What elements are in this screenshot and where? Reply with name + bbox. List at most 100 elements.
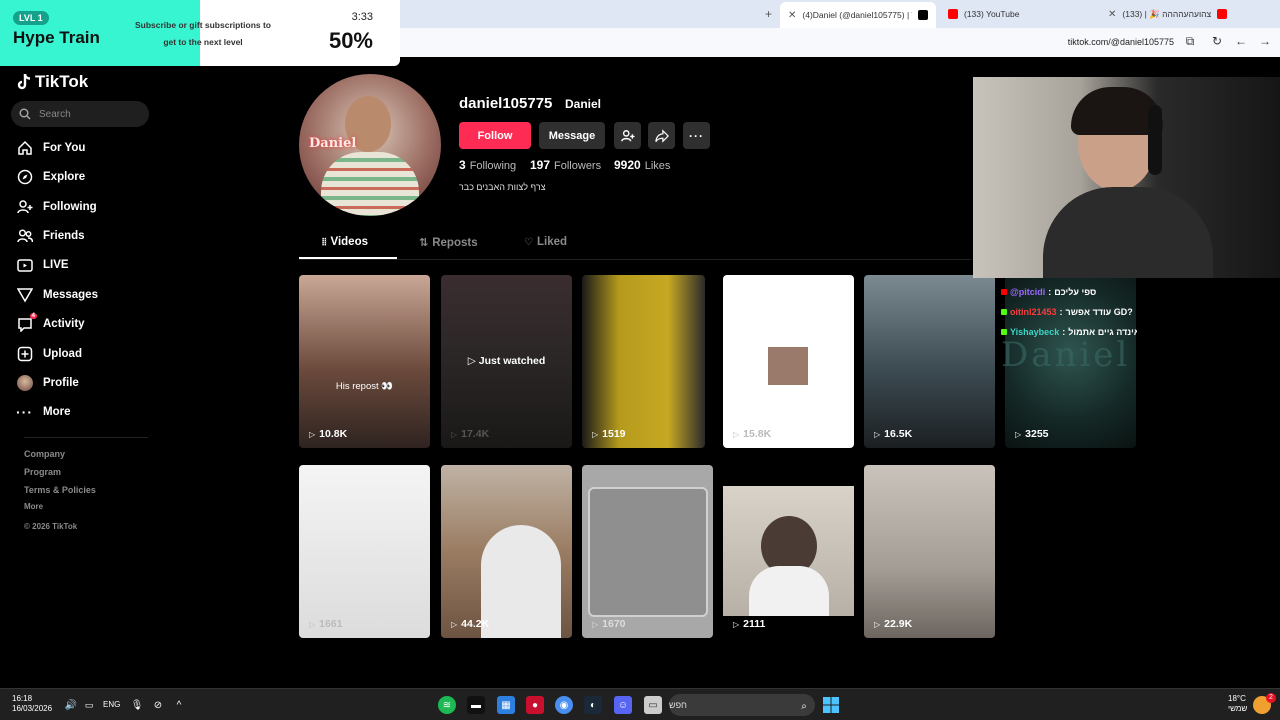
- tab-action-icon[interactable]: ⧉: [1182, 34, 1198, 49]
- footer-more[interactable]: More: [24, 502, 43, 511]
- video-person-shape: [481, 525, 561, 638]
- taskbar-search[interactable]: חפש: [669, 694, 815, 716]
- windows-start-icon[interactable]: [822, 696, 840, 714]
- sidebar-divider: [24, 437, 148, 438]
- tiktok-logo[interactable]: TikTok: [16, 72, 88, 92]
- paper-plane-icon: [16, 287, 33, 304]
- video-card[interactable]: ▷ 1519: [582, 275, 705, 448]
- avatar-text: Daniel: [309, 136, 357, 151]
- message-button[interactable]: Message: [539, 122, 605, 149]
- notification-badge[interactable]: 2: [1266, 693, 1276, 703]
- chat-user: @pitcidi: [1010, 287, 1046, 297]
- video-card[interactable]: ▷ 15.8K: [723, 275, 854, 448]
- nav-label: Profile: [43, 377, 79, 389]
- ellipsis-icon: ···: [689, 128, 704, 143]
- nav-label: More: [43, 406, 71, 418]
- close-icon[interactable]: ✕: [788, 10, 796, 21]
- nav-label: Following: [43, 201, 97, 213]
- reload-icon[interactable]: ↻: [1209, 34, 1225, 48]
- headset-icon: [1148, 105, 1162, 175]
- nav-explore[interactable]: Explore: [16, 167, 85, 187]
- app-grid-icon[interactable]: ▦: [497, 696, 515, 714]
- file-explorer-icon[interactable]: ▭: [644, 696, 662, 714]
- plus-square-icon: [16, 346, 33, 363]
- video-card[interactable]: ▷ 1661: [299, 465, 430, 638]
- tab-videos[interactable]: ⦙⦙ Videos: [322, 236, 368, 248]
- play-icon: ▷: [309, 619, 316, 629]
- nav-live[interactable]: LIVE: [16, 255, 69, 275]
- play-icon: ▷: [874, 429, 881, 439]
- chevron-up-icon[interactable]: ^: [170, 696, 188, 714]
- nav-more[interactable]: ··· More: [16, 402, 70, 422]
- profile-avatar[interactable]: Daniel: [299, 74, 441, 216]
- network-icon[interactable]: ▭: [80, 696, 98, 714]
- video-card[interactable]: ▷ 2111: [723, 465, 854, 638]
- tab-label: Reposts: [432, 236, 478, 249]
- suggested-accounts-button[interactable]: [614, 122, 641, 149]
- url-field[interactable]: tiktok.com/@daniel105775: [1068, 37, 1174, 47]
- footer-terms[interactable]: Terms & Policies: [24, 485, 96, 495]
- nav-following[interactable]: Following: [16, 197, 97, 217]
- nav-upload[interactable]: Upload: [16, 344, 82, 364]
- chrome-icon[interactable]: ◉: [555, 696, 573, 714]
- tab-title: (133) YouTube: [964, 9, 1020, 19]
- tab-title: צהועהעהההה 🎉 | (133): [1122, 8, 1212, 19]
- notifications-off-icon[interactable]: ⊘: [149, 696, 167, 714]
- tab-youtube-2[interactable]: ✕ צהועהעהההה 🎉 | (133): [1100, 4, 1250, 24]
- forward-icon[interactable]: →: [1257, 34, 1273, 48]
- play-icon: ▷: [733, 429, 740, 439]
- weather-widget[interactable]: 18°C שמשי: [1228, 694, 1247, 714]
- tab-label: Videos: [330, 236, 368, 248]
- stat-followers[interactable]: 197 Followers: [530, 158, 601, 172]
- video-card[interactable]: ▷ Just watched ▷ 17.4K: [441, 275, 572, 448]
- close-icon[interactable]: ✕: [1108, 9, 1116, 20]
- video-card[interactable]: ▷ 1670: [582, 465, 713, 638]
- nav-label: Activity: [43, 318, 85, 330]
- nav-profile[interactable]: Profile: [16, 373, 79, 393]
- tab-tiktok[interactable]: ✕ (4)Daniel (@daniel105775) | Tik: [780, 2, 936, 28]
- nav-friends[interactable]: Friends: [16, 226, 85, 246]
- discord-icon[interactable]: ☺: [614, 696, 632, 714]
- search-input[interactable]: Search: [11, 101, 149, 127]
- language-indicator[interactable]: ENG: [103, 700, 120, 709]
- video-card[interactable]: His repost 👀 ▷ 10.8K: [299, 275, 430, 448]
- taskbar-clock[interactable]: 16:18 16/03/2026: [12, 694, 52, 714]
- video-card[interactable]: ▷ 44.2K: [441, 465, 572, 638]
- video-views: ▷ 17.4K: [451, 428, 489, 440]
- nav-for-you[interactable]: For You: [16, 138, 85, 158]
- more-options-button[interactable]: ···: [683, 122, 710, 149]
- spotify-icon[interactable]: ≋: [438, 696, 456, 714]
- nav-messages[interactable]: Messages: [16, 285, 98, 305]
- video-card[interactable]: ▷ 16.5K: [864, 275, 995, 448]
- video-card[interactable]: ▷ 22.9K: [864, 465, 995, 638]
- views-count: 22.9K: [884, 618, 913, 630]
- chat-text: ורדון דיבר עליך בלייב של אינדה גיים אתמו…: [1068, 327, 1137, 337]
- new-tab-button[interactable]: +: [765, 7, 772, 21]
- profile-username: daniel105775: [459, 95, 553, 112]
- share-button[interactable]: [648, 122, 675, 149]
- video-views: ▷ 1661: [309, 618, 343, 630]
- tab-liked[interactable]: ♡ Liked: [524, 236, 567, 248]
- volume-icon[interactable]: 🔊: [62, 696, 80, 714]
- avatar-icon: [16, 375, 33, 392]
- footer-company[interactable]: Company: [24, 449, 65, 459]
- active-tab-indicator: [299, 257, 397, 259]
- footer-copyright: © 2026 TikTok: [24, 522, 78, 531]
- nav-label: Friends: [43, 230, 85, 242]
- steam-icon[interactable]: ◐: [584, 696, 602, 714]
- tab-reposts[interactable]: ⇅ Reposts: [419, 236, 478, 250]
- terminal-icon[interactable]: ▬: [467, 696, 485, 714]
- game-launcher-icon[interactable]: ●: [526, 696, 544, 714]
- footer-program[interactable]: Program: [24, 467, 61, 477]
- stat-value: 197: [530, 158, 551, 172]
- nav-activity[interactable]: 4 Activity: [16, 312, 85, 334]
- tab-youtube[interactable]: (133) YouTube: [940, 4, 1094, 24]
- chat-user: oitinl21453: [1010, 307, 1057, 317]
- views-count: 16.5K: [884, 428, 913, 440]
- back-icon[interactable]: ←: [1233, 34, 1249, 48]
- stat-following[interactable]: 3 Following: [459, 158, 516, 172]
- activity-badge: 4: [29, 312, 37, 319]
- follow-button[interactable]: Follow: [459, 122, 531, 149]
- chat-watermark: Daniel: [1001, 335, 1131, 375]
- microphone-icon[interactable]: 🎙: [128, 696, 146, 714]
